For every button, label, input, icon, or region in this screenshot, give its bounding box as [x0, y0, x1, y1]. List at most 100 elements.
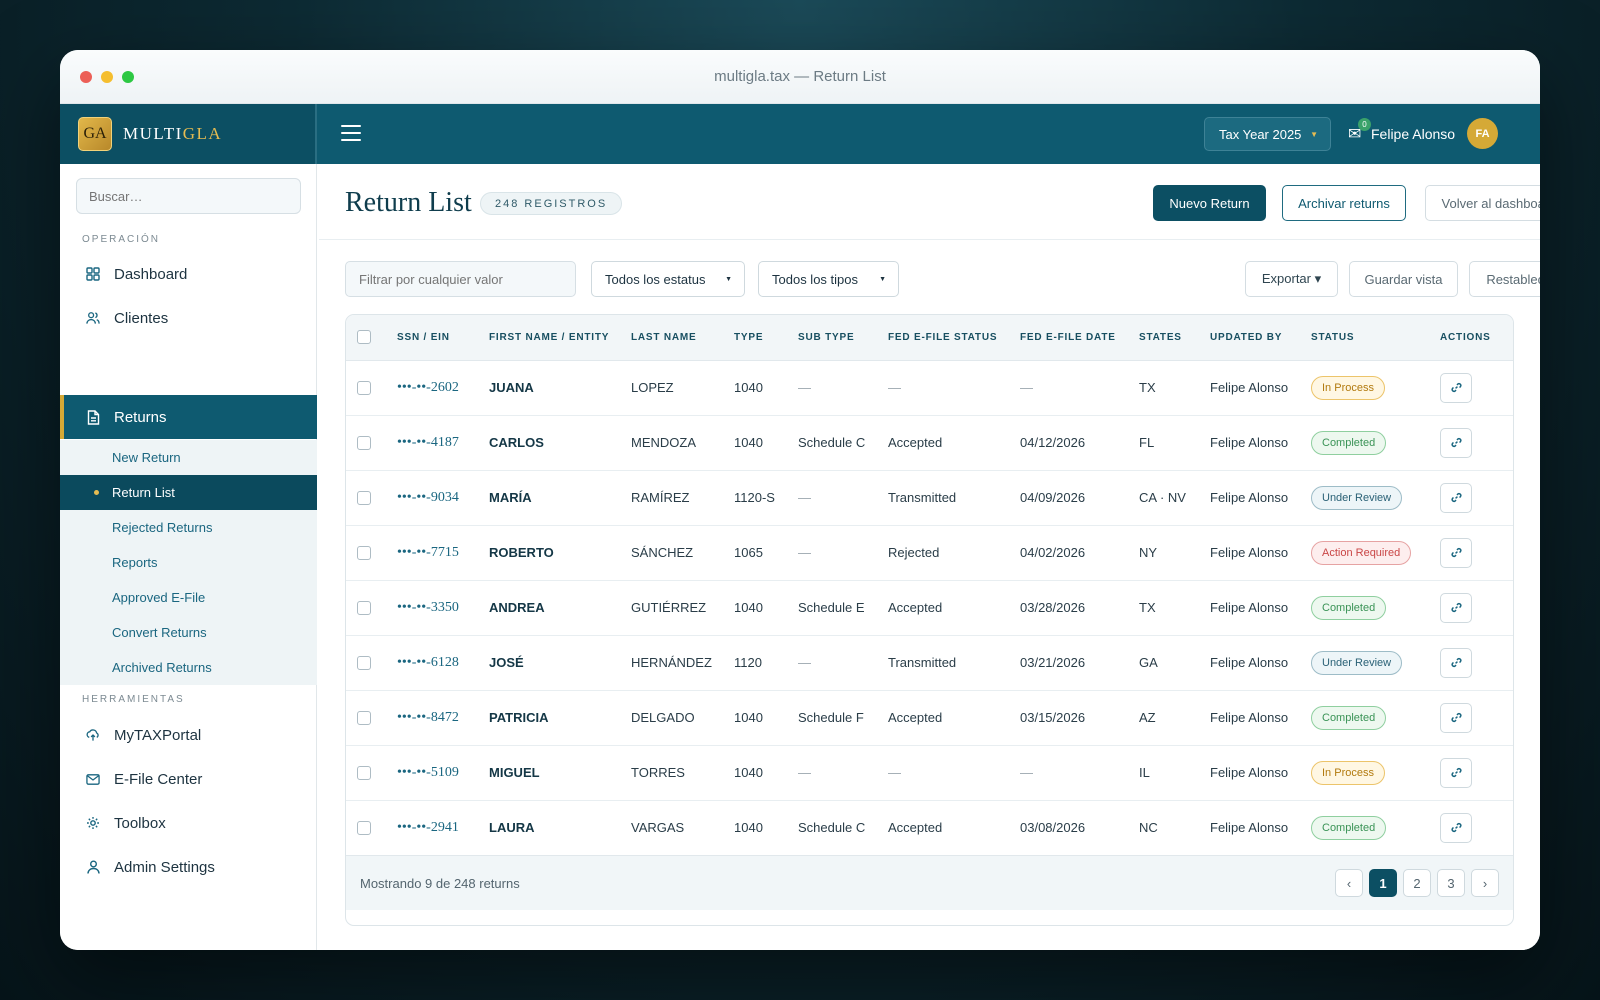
link-icon[interactable]	[1440, 372, 1472, 403]
table-row[interactable]: •••-••-7715 ROBERTO SÁNCHEZ 1065 — Rejected 04…	[346, 525, 1513, 580]
sidebar-subitem-rejected-returns[interactable]: Rejected Returns	[60, 510, 317, 545]
top-bar: GA MULTIGLA Tax Year 2025 ▼ ✉ 0 Felipe Al…	[60, 104, 1540, 164]
last-name-cell: VARGAS	[631, 800, 734, 855]
table-row[interactable]: •••-••-2941 LAURA VARGAS 1040 Schedule C Acce…	[346, 800, 1513, 855]
row-checkbox[interactable]	[357, 600, 371, 615]
sidebar-subitem-archived-returns[interactable]: Archived Returns	[60, 650, 317, 685]
column-header[interactable]: FED E-FILE STATUS	[888, 315, 1020, 361]
sidebar-item-toolbox[interactable]: Toolbox	[60, 801, 317, 845]
fed-efile-date-cell: 03/08/2026	[1020, 800, 1139, 855]
archive-returns-button[interactable]: Archivar returns	[1282, 185, 1406, 221]
ssn-link-text[interactable]: •••-••-6128	[397, 655, 459, 670]
sidebar-subitem-new-return[interactable]: New Return	[60, 440, 317, 475]
new-return-button[interactable]: Nuevo Return	[1153, 185, 1266, 221]
table-row[interactable]: •••-••-9034 MARÍA RAMÍREZ 1120-S — Transmitte…	[346, 470, 1513, 525]
ssn-link[interactable]: •••-••-5109	[397, 745, 489, 800]
mail-icon	[86, 772, 100, 786]
table-row[interactable]: •••-••-3350 ANDREA GUTIÉRREZ 1040 Schedule E…	[346, 580, 1513, 635]
select-all-checkbox[interactable]	[357, 330, 371, 345]
link-icon[interactable]	[1440, 757, 1472, 788]
type-filter-select[interactable]: Todos los tipos ▼	[758, 261, 899, 297]
column-header[interactable]: TYPE	[734, 315, 798, 361]
ssn-link-text[interactable]: •••-••-2941	[397, 820, 459, 835]
page-button-1[interactable]: 1	[1369, 869, 1397, 897]
sidebar-item-clientes[interactable]: Clientes	[60, 296, 317, 340]
link-icon[interactable]	[1440, 647, 1472, 678]
link-icon[interactable]	[1440, 592, 1472, 623]
brand[interactable]: GA MULTIGLA	[60, 104, 317, 164]
link-icon[interactable]	[1440, 482, 1472, 513]
type-cell: 1040	[734, 415, 798, 470]
link-icon[interactable]	[1440, 427, 1472, 458]
table-row[interactable]: •••-••-2602 JUANA LOPEZ 1040 — — — TX Felipe Alo…	[346, 360, 1513, 415]
filter-input[interactable]	[345, 261, 576, 297]
column-header[interactable]: LAST NAME	[631, 315, 734, 361]
row-checkbox[interactable]	[357, 710, 371, 725]
reset-button[interactable]: Restablecer	[1469, 261, 1540, 297]
ssn-link[interactable]: •••-••-8472	[397, 690, 489, 745]
actions-cell	[1440, 470, 1513, 525]
ssn-link[interactable]: •••-••-7715	[397, 525, 489, 580]
column-header[interactable]: STATES	[1139, 315, 1210, 361]
user-name[interactable]: Felipe Alonso	[1371, 126, 1455, 142]
mail-icon[interactable]: ✉ 0	[1348, 118, 1371, 144]
ssn-link-text[interactable]: •••-••-4187	[397, 435, 459, 450]
link-icon[interactable]	[1440, 702, 1472, 733]
sidebar-search-input[interactable]	[76, 178, 301, 214]
page-button-2[interactable]: 2	[1403, 869, 1431, 897]
sidebar-subitem-return-list[interactable]: Return List	[60, 475, 317, 510]
ssn-link-text[interactable]: •••-••-2602	[397, 380, 459, 395]
export-button[interactable]: Exportar ▾	[1245, 261, 1338, 297]
link-icon[interactable]	[1440, 537, 1472, 568]
ssn-link[interactable]: •••-••-3350	[397, 580, 489, 635]
column-header[interactable]: FIRST NAME / ENTITY	[489, 315, 631, 361]
back-to-dashboard-button[interactable]: Volver al dashboard	[1425, 185, 1540, 221]
sidebar-item-mytaxportal[interactable]: MyTAXPortal	[60, 713, 317, 757]
ssn-link[interactable]: •••-••-6128	[397, 635, 489, 690]
ssn-link-text[interactable]: •••-••-3350	[397, 600, 459, 615]
menu-toggle-icon[interactable]	[341, 125, 361, 141]
ssn-link-text[interactable]: •••-••-5109	[397, 765, 459, 780]
ssn-link[interactable]: •••-••-2602	[397, 360, 489, 415]
row-checkbox[interactable]	[357, 380, 371, 395]
save-view-button[interactable]: Guardar vista	[1349, 261, 1458, 297]
row-checkbox[interactable]	[357, 820, 371, 835]
sidebar-item-label: Toolbox	[114, 814, 166, 832]
ssn-link[interactable]: •••-••-4187	[397, 415, 489, 470]
link-icon[interactable]	[1440, 812, 1472, 843]
sidebar-item-dashboard[interactable]: Dashboard	[60, 252, 317, 296]
row-checkbox[interactable]	[357, 655, 371, 670]
column-header[interactable]: SSN / EIN	[397, 315, 489, 361]
table-row[interactable]: •••-••-6128 JOSÉ HERNÁNDEZ 1120 — Transmitted…	[346, 635, 1513, 690]
column-header[interactable]: SUB TYPE	[798, 315, 888, 361]
status-filter-select[interactable]: Todos los estatus ▼	[591, 261, 745, 297]
avatar[interactable]: FA	[1467, 118, 1498, 149]
sidebar-item-returns[interactable]: Returns	[60, 395, 317, 439]
ssn-link[interactable]: •••-••-9034	[397, 470, 489, 525]
sidebar-item-efile-center[interactable]: E-File Center	[60, 757, 317, 801]
ssn-link-text[interactable]: •••-••-8472	[397, 710, 459, 725]
ssn-link-text[interactable]: •••-••-9034	[397, 490, 459, 505]
type-cell-text: 1120	[734, 655, 762, 670]
tax-year-select[interactable]: Tax Year 2025 ▼	[1204, 117, 1331, 151]
sidebar-subitem-approved-efile[interactable]: Approved E-File	[60, 580, 317, 615]
prev-page-button[interactable]: ‹	[1335, 869, 1363, 897]
table-row[interactable]: •••-••-8472 PATRICIA DELGADO 1040 Schedule F…	[346, 690, 1513, 745]
table-row[interactable]: •••-••-4187 CARLOS MENDOZA 1040 Schedule C Ac…	[346, 415, 1513, 470]
column-header[interactable]: FED E-FILE DATE	[1020, 315, 1139, 361]
sidebar-item-admin-settings[interactable]: Admin Settings	[60, 845, 317, 889]
ssn-link[interactable]: •••-••-2941	[397, 800, 489, 855]
sidebar-subitem-reports[interactable]: Reports	[60, 545, 317, 580]
row-checkbox[interactable]	[357, 435, 371, 450]
next-page-button[interactable]: ›	[1471, 869, 1499, 897]
ssn-link-text[interactable]: •••-••-7715	[397, 545, 459, 560]
sidebar-subitem-convert-returns[interactable]: Convert Returns	[60, 615, 317, 650]
page-button-3[interactable]: 3	[1437, 869, 1465, 897]
column-header[interactable]: UPDATED BY	[1210, 315, 1311, 361]
sub-type-cell-text: Schedule F	[798, 710, 864, 725]
row-checkbox[interactable]	[357, 490, 371, 505]
column-header[interactable]: STATUS	[1311, 315, 1440, 361]
row-checkbox[interactable]	[357, 545, 371, 560]
table-row[interactable]: •••-••-5109 MIGUEL TORRES 1040 — — — IL Felipe A…	[346, 745, 1513, 800]
row-checkbox[interactable]	[357, 765, 371, 780]
